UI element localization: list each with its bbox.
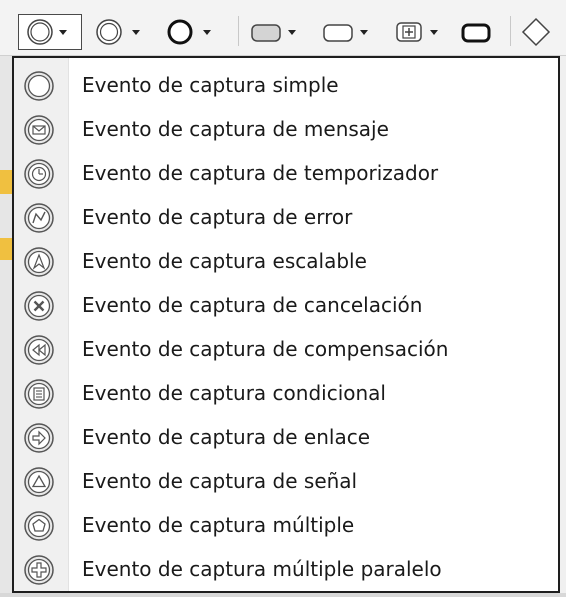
chevron-down-icon[interactable] [59,29,67,35]
filled-rounded-rect-icon [251,24,281,42]
menu-item-catch-conditional[interactable]: Evento de captura condicional [14,372,558,416]
start-event-button[interactable] [18,14,82,50]
chevron-down-icon[interactable] [203,29,211,35]
menu-item-label: Evento de captura de cancelación [82,293,423,317]
plus-square-icon [396,22,422,42]
thick-circle-icon [167,19,193,45]
menu-item-catch-message[interactable]: Evento de captura de mensaje [14,108,558,152]
background-canvas-left [0,56,12,597]
subprocess-button[interactable] [322,14,384,50]
chevron-down-icon[interactable] [430,29,438,35]
menu-item-label: Evento de captura escalable [82,249,367,273]
bpmn-toolbar [0,0,566,56]
catch-conditional-icon [24,379,54,409]
toolbar-separator [510,16,511,46]
collapsed-subprocess-button[interactable] [394,14,454,50]
menu-item-catch-multiple[interactable]: Evento de captura múltiple [14,504,558,548]
catch-error-icon [24,203,54,233]
menu-item-label: Evento de captura condicional [82,381,386,405]
menu-item-label: Evento de captura de temporizador [82,161,439,185]
chevron-down-icon[interactable] [132,29,140,35]
menu-item-catch-parallel-multiple[interactable]: Evento de captura múltiple paralelo [14,548,558,592]
catch-event-dropdown-menu: Evento de captura simple Evento de captu… [12,56,560,593]
menu-item-label: Evento de captura múltiple [82,513,355,537]
background-canvas-bottom [0,593,566,597]
menu-item-catch-escalation[interactable]: Evento de captura escalable [14,240,558,284]
menu-item-catch-error[interactable]: Evento de captura de error [14,196,558,240]
bold-rounded-rect-icon [461,23,491,43]
toolbar-separator [238,16,239,46]
catch-compensation-icon [24,335,54,365]
menu-item-label: Evento de captura de enlace [82,425,370,449]
menu-item-label: Evento de captura de mensaje [82,117,389,141]
menu-item-catch-timer[interactable]: Evento de captura de temporizador [14,152,558,196]
catch-message-icon [24,115,54,145]
menu-item-label: Evento de captura múltiple paralelo [82,557,442,581]
menu-item-label: Evento de captura de compensación [82,337,449,361]
catch-signal-icon [24,467,54,497]
catch-cancel-icon [24,291,54,321]
menu-item-catch-cancel[interactable]: Evento de captura de cancelación [14,284,558,328]
gateway-button[interactable] [520,14,566,50]
diamond-icon [521,17,551,47]
catch-link-icon [24,423,54,453]
menu-item-catch-link[interactable]: Evento de captura de enlace [14,416,558,460]
chevron-down-icon[interactable] [360,29,368,35]
task-button[interactable] [250,14,312,50]
background-highlight-1 [0,170,12,194]
menu-item-catch-signal[interactable]: Evento de captura de señal [14,460,558,504]
menu-item-catch-compensation[interactable]: Evento de captura de compensación [14,328,558,372]
menu-item-label: Evento de captura simple [82,73,339,97]
background-highlight-2 [0,238,12,260]
catch-escalation-icon [24,247,54,277]
intermediate-event-button[interactable] [94,14,160,50]
end-event-button[interactable] [165,14,231,50]
menu-item-label: Evento de captura de error [82,205,353,229]
catch-timer-icon [24,159,54,189]
event-circle-icon [27,19,53,45]
catch-multiple-icon [24,511,54,541]
chevron-down-icon[interactable] [288,29,296,35]
transaction-button[interactable] [460,14,500,50]
catch-parallel-multiple-icon [24,555,54,585]
menu-item-label: Evento de captura de señal [82,469,358,493]
catch-plain-icon [24,71,54,101]
double-circle-icon [96,19,122,45]
rounded-rect-icon [323,24,353,42]
menu-item-catch-plain[interactable]: Evento de captura simple [14,64,558,108]
